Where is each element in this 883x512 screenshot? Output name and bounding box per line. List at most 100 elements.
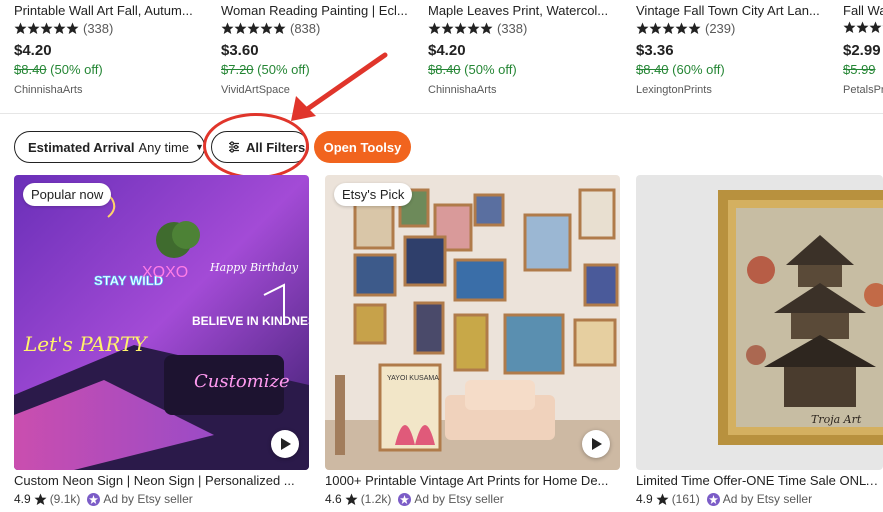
discount-line: $8.40 (50% off) <box>14 62 103 77</box>
discount-line: $8.40 (50% off) <box>428 62 517 77</box>
original-price: $7.20 <box>221 62 254 77</box>
listing-rating-count: (1.2k) <box>360 492 392 506</box>
shop-name[interactable]: VividArtSpace <box>221 84 290 96</box>
listing-image[interactable]: YAYOI KUSAMA Etsy's Pick <box>325 175 620 470</box>
listing-image[interactable]: Troja Art <box>636 175 883 470</box>
listing-title[interactable]: 1000+ Printable Vintage Art Prints for H… <box>325 473 620 488</box>
ad-label: Ad by Etsy seller <box>103 492 193 506</box>
shop-name[interactable]: ChinnishaArts <box>14 84 82 96</box>
listing-card[interactable]: YAYOI KUSAMA Etsy's Pick 1000+ Printable… <box>325 175 620 512</box>
neon-text-customize: Customize <box>194 371 290 392</box>
star-icon <box>636 22 649 34</box>
product-rating: (838) <box>221 21 320 36</box>
star-icon <box>869 21 882 33</box>
star-icon <box>843 21 856 33</box>
five-star-icon <box>221 22 286 35</box>
star-icon <box>480 22 493 34</box>
star-icon <box>649 22 662 34</box>
open-toolsy-button[interactable]: Open Toolsy <box>314 131 411 163</box>
neon-sign-photo: STAY WILD XOXO Let's PARTY BELIEVE IN KI… <box>14 175 309 470</box>
neon-text-lets-party: Let's PARTY <box>23 332 148 356</box>
original-price: $8.40 <box>428 62 461 77</box>
product-price: $3.36 <box>636 42 674 59</box>
product-title[interactable]: Maple Leaves Print, Watercol... <box>428 3 608 18</box>
listing-rating: 4.9 <box>636 492 653 506</box>
product-rating: (338) <box>428 21 527 36</box>
star-icon <box>656 493 669 506</box>
star-icon <box>688 22 701 34</box>
original-price: $8.40 <box>636 62 669 77</box>
listing-meta: 4.9 (9.1k) Ad by Etsy seller <box>14 492 193 506</box>
listing-rating: 4.9 <box>14 492 31 506</box>
top-product-card[interactable]: Woman Reading Painting | Ecl... (838) $3… <box>221 0 417 112</box>
star-icon <box>467 22 480 34</box>
estimated-arrival-dropdown[interactable]: Estimated Arrival Any time ▼ <box>14 131 205 163</box>
five-star-icon <box>636 22 701 35</box>
shop-name[interactable]: LexingtonPrints <box>636 84 712 96</box>
etsys-pick-badge: Etsy's Pick <box>334 183 413 206</box>
rating-count: (338) <box>497 21 528 36</box>
neon-text-believe: BELIEVE IN KINDNESS <box>192 314 309 328</box>
ad-label: Ad by Etsy seller <box>722 492 813 506</box>
discount-line: $5.99 <box>843 62 876 77</box>
star-icon <box>34 493 47 506</box>
listing-title[interactable]: Limited Time Offer-ONE Time Sale ONLY | … <box>636 473 883 488</box>
top-product-card[interactable]: Maple Leaves Print, Watercol... (338) $4… <box>428 0 624 112</box>
listing-rating-count: (9.1k) <box>49 492 81 506</box>
star-glyph <box>345 493 358 505</box>
shop-name[interactable]: PetalsPr <box>843 84 883 96</box>
rating-count: (239) <box>705 21 736 36</box>
play-video-button[interactable] <box>271 430 299 458</box>
painting-signature: Troja Art <box>811 413 862 426</box>
five-star-icon <box>428 22 493 35</box>
popular-now-badge: Popular now <box>23 183 112 206</box>
play-video-button[interactable] <box>582 430 610 458</box>
discount-percent: (50% off) <box>464 62 517 77</box>
discount-percent: (60% off) <box>672 62 725 77</box>
star-icon <box>428 22 441 34</box>
ad-label: Ad by Etsy seller <box>414 492 504 506</box>
recently-viewed-strip: Printable Wall Art Fall, Autum... (338) … <box>0 0 883 112</box>
original-price: $5.99 <box>843 62 876 77</box>
star-glyph <box>34 493 47 505</box>
product-rating <box>843 21 883 34</box>
product-title[interactable]: Vintage Fall Town City Art Lan... <box>636 3 820 18</box>
star-icon <box>662 22 675 34</box>
discount-line: $8.40 (60% off) <box>636 62 725 77</box>
discount-percent: (50% off) <box>50 62 103 77</box>
play-icon <box>281 438 291 450</box>
framed-painting-photo: Troja Art <box>636 175 883 470</box>
star-icon <box>27 22 40 34</box>
product-title[interactable]: Fall Wa <box>843 3 883 18</box>
star-icon <box>856 21 869 33</box>
neon-text-xoxo: XOXO <box>142 264 188 281</box>
star-glyph <box>656 493 669 505</box>
listing-image[interactable]: STAY WILD XOXO Let's PARTY BELIEVE IN KI… <box>14 175 309 470</box>
star-icon <box>273 22 286 34</box>
star-icon <box>14 22 27 34</box>
neon-text-happy-birthday: Happy Birthday <box>209 261 299 274</box>
listing-title[interactable]: Custom Neon Sign | Neon Sign | Personali… <box>14 473 309 488</box>
star-icon <box>345 493 358 506</box>
play-icon <box>592 438 602 450</box>
listing-rating: 4.6 <box>325 492 342 506</box>
product-price: $4.20 <box>428 42 466 59</box>
top-product-card[interactable]: Fall Wa $2.99 $5.99 PetalsPr <box>843 0 883 112</box>
listing-card[interactable]: STAY WILD XOXO Let's PARTY BELIEVE IN KI… <box>14 175 309 512</box>
shop-name[interactable]: ChinnishaArts <box>428 84 496 96</box>
top-product-card[interactable]: Printable Wall Art Fall, Autum... (338) … <box>14 0 210 112</box>
original-price: $8.40 <box>14 62 47 77</box>
listing-card[interactable]: Troja Art Limited Time Offer-ONE Time Sa… <box>636 175 883 512</box>
listing-meta: 4.6 (1.2k) Ad by Etsy seller <box>325 492 504 506</box>
star-icon <box>234 22 247 34</box>
product-price: $4.20 <box>14 42 52 59</box>
annotation-circle <box>203 113 309 179</box>
star-icon <box>675 22 688 34</box>
product-title[interactable]: Printable Wall Art Fall, Autum... <box>14 3 193 18</box>
product-title[interactable]: Woman Reading Painting | Ecl... <box>221 3 408 18</box>
listing-rating-count: (161) <box>671 492 700 506</box>
star-icon <box>441 22 454 34</box>
product-price: $2.99 <box>843 42 881 59</box>
top-product-card[interactable]: Vintage Fall Town City Art Lan... (239) … <box>636 0 832 112</box>
five-star-icon <box>843 21 883 34</box>
